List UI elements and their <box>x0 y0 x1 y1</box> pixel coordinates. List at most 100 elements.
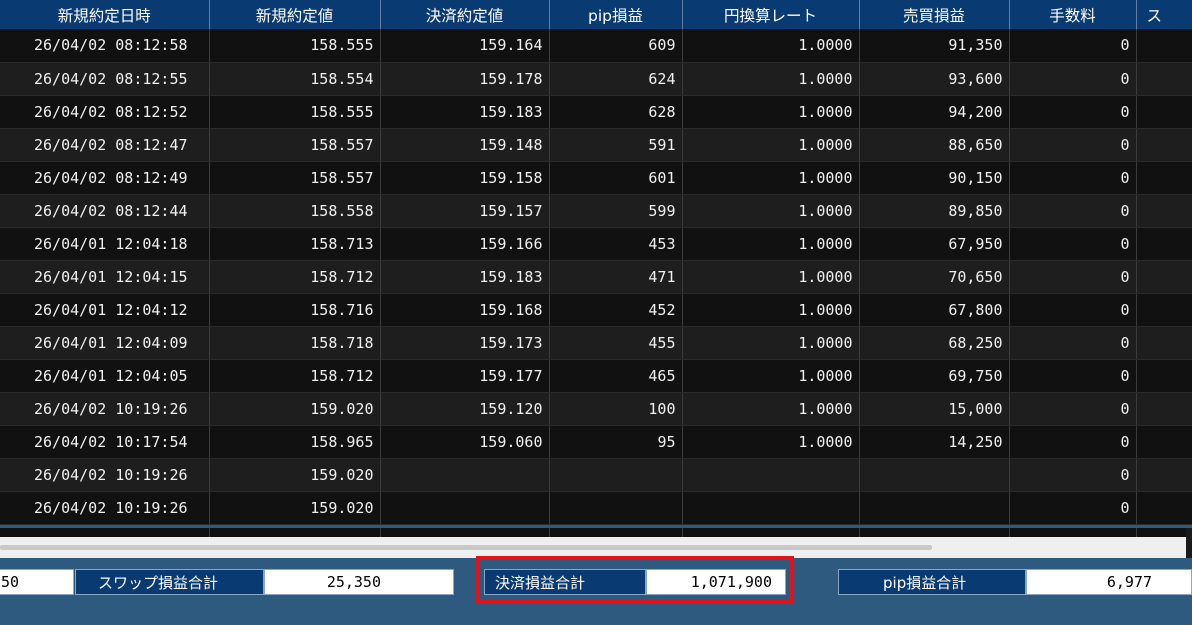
cell-yen-rate <box>682 491 860 525</box>
cell-close-price: 159.178 <box>380 62 550 96</box>
cell-swap <box>1136 260 1192 294</box>
cell-open-time: 26/04/02 08:12:55 <box>0 62 210 96</box>
cell-yen-rate: 1.0000 <box>682 29 860 63</box>
cell-yen-rate: 1.0000 <box>682 260 860 294</box>
cell-yen-rate: 1.0000 <box>682 359 860 393</box>
vertical-scrollbar-edge[interactable] <box>1186 528 1192 558</box>
cell-close-price: 159.183 <box>380 260 550 294</box>
horizontal-scroll-area[interactable] <box>0 528 1192 558</box>
cell-commission: 0 <box>1009 293 1137 327</box>
cell-pip-pl: 599 <box>549 194 683 228</box>
cell-open-price: 158.713 <box>209 227 381 261</box>
cell-swap <box>1136 62 1192 96</box>
table-row[interactable]: 26/04/01 12:04:12 158.716 159.168 452 1.0000… <box>0 293 1192 327</box>
cell-pip-pl: 100 <box>549 392 683 426</box>
pip-total-value: 6,977 <box>1026 569 1192 595</box>
cell-open-price: 158.555 <box>209 29 381 63</box>
cell-open-price: 158.965 <box>209 425 381 459</box>
col-header-swap-cut[interactable]: ス <box>1136 0 1192 29</box>
cell-pip-pl: 465 <box>549 359 683 393</box>
col-header-close-price[interactable]: 決済約定値 <box>380 0 550 29</box>
cell-open-price: 158.557 <box>209 128 381 162</box>
cell-close-price: 159.060 <box>380 425 550 459</box>
table-row[interactable]: 26/04/02 08:12:44 158.558 159.157 599 1.0000… <box>0 194 1192 228</box>
cell-yen-rate: 1.0000 <box>682 293 860 327</box>
cell-commission: 0 <box>1009 260 1137 294</box>
cell-trade-pl: 89,850 <box>859 194 1010 228</box>
table-row-partial <box>0 528 1190 537</box>
table-row[interactable]: 26/04/02 08:12:49 158.557 159.158 601 1.0000… <box>0 161 1192 195</box>
cell-open-price: 158.558 <box>209 194 381 228</box>
table-row[interactable]: 26/04/01 12:04:15 158.712 159.183 471 1.0000… <box>0 260 1192 294</box>
cell-close-price: 159.177 <box>380 359 550 393</box>
horizontal-scrollbar-thumb[interactable] <box>0 545 932 550</box>
col-header-yen-rate[interactable]: 円換算レート <box>682 0 860 29</box>
cell-pip-pl: 628 <box>549 95 683 129</box>
cell-open-price: 158.712 <box>209 260 381 294</box>
cell-commission: 0 <box>1009 458 1137 492</box>
cell-swap <box>1136 293 1192 327</box>
cell-open-time: 26/04/01 12:04:15 <box>0 260 210 294</box>
cell-swap <box>1136 491 1192 525</box>
table-row[interactable]: 26/04/01 12:04:18 158.713 159.166 453 1.0000… <box>0 227 1192 261</box>
table-row[interactable]: 26/04/02 08:12:47 158.557 159.148 591 1.0000… <box>0 128 1192 162</box>
table-row[interactable]: 26/04/02 10:19:26 159.020 0 <box>0 491 1192 525</box>
pip-total-label: pip損益合計 <box>838 569 1026 595</box>
cell-trade-pl: 94,200 <box>859 95 1010 129</box>
cell-close-price: 159.166 <box>380 227 550 261</box>
col-header-open-time[interactable]: 新規約定日時 <box>0 0 210 29</box>
cell-open-price: 158.712 <box>209 359 381 393</box>
table-row[interactable]: 26/04/01 12:04:09 158.718 159.173 455 1.0000… <box>0 326 1192 360</box>
cell-close-price <box>380 491 550 525</box>
cell-swap <box>1136 392 1192 426</box>
cell-open-price: 159.020 <box>209 458 381 492</box>
table-row[interactable]: 26/04/02 08:12:52 158.555 159.183 628 1.0000… <box>0 95 1192 129</box>
table-row[interactable]: 26/04/02 10:19:26 159.020 0 <box>0 458 1192 492</box>
cell-yen-rate: 1.0000 <box>682 95 860 129</box>
cell-close-price: 159.157 <box>380 194 550 228</box>
cell-swap <box>1136 95 1192 129</box>
cell-trade-pl: 93,600 <box>859 62 1010 96</box>
cell-close-price: 159.158 <box>380 161 550 195</box>
cell-yen-rate: 1.0000 <box>682 128 860 162</box>
cell-commission: 0 <box>1009 62 1137 96</box>
cut-total-value: 50 <box>0 569 74 595</box>
cell-commission: 0 <box>1009 227 1137 261</box>
cell-open-time: 26/04/02 10:17:54 <box>0 425 210 459</box>
cell-open-time: 26/04/02 08:12:52 <box>0 95 210 129</box>
cell-trade-pl: 90,150 <box>859 161 1010 195</box>
cell-open-time: 26/04/02 10:19:26 <box>0 458 210 492</box>
cell-swap <box>1136 128 1192 162</box>
cell-trade-pl: 15,000 <box>859 392 1010 426</box>
cell-open-price: 158.554 <box>209 62 381 96</box>
table-row[interactable]: 26/04/02 08:12:55 158.554 159.178 624 1.0000… <box>0 62 1192 96</box>
col-header-trade-pl[interactable]: 売買損益 <box>859 0 1010 29</box>
table-row[interactable]: 26/04/01 12:04:05 158.712 159.177 465 1.0000… <box>0 359 1192 393</box>
cell-yen-rate: 1.0000 <box>682 227 860 261</box>
cell-pip-pl: 601 <box>549 161 683 195</box>
trade-history-table: 新規約定日時 新規約定値 決済約定値 pip損益 円換算レート 売買損益 手数料… <box>0 0 1192 525</box>
cell-trade-pl: 67,950 <box>859 227 1010 261</box>
cell-open-time: 26/04/02 08:12:58 <box>0 29 210 63</box>
cell-yen-rate: 1.0000 <box>682 62 860 96</box>
col-header-open-price[interactable]: 新規約定値 <box>209 0 381 29</box>
cell-trade-pl: 67,800 <box>859 293 1010 327</box>
swap-total-label: スワップ損益合計 <box>75 569 264 595</box>
cell-commission: 0 <box>1009 194 1137 228</box>
table-row[interactable]: 26/04/02 10:19:26 159.020 159.120 100 1.0000… <box>0 392 1192 426</box>
col-header-commission[interactable]: 手数料 <box>1009 0 1137 29</box>
cell-trade-pl <box>859 491 1010 525</box>
table-row[interactable]: 26/04/02 10:17:54 158.965 159.060 95 1.0000 1… <box>0 425 1192 459</box>
cell-trade-pl: 68,250 <box>859 326 1010 360</box>
table-row[interactable]: 26/04/02 08:12:58 158.555 159.164 609 1.0000… <box>0 29 1192 63</box>
col-header-pip-pl[interactable]: pip損益 <box>549 0 683 29</box>
cell-swap <box>1136 161 1192 195</box>
table-header-row: 新規約定日時 新規約定値 決済約定値 pip損益 円換算レート 売買損益 手数料… <box>0 0 1192 29</box>
cell-commission: 0 <box>1009 392 1137 426</box>
cell-open-price: 158.716 <box>209 293 381 327</box>
cell-open-time: 26/04/01 12:04:05 <box>0 359 210 393</box>
cell-open-time: 26/04/01 12:04:12 <box>0 293 210 327</box>
cell-swap <box>1136 227 1192 261</box>
totals-bar: 50 スワップ損益合計 25,350 決済損益合計 1,071,900 pip損… <box>0 558 1192 625</box>
settlement-total-label: 決済損益合計 <box>484 569 646 595</box>
